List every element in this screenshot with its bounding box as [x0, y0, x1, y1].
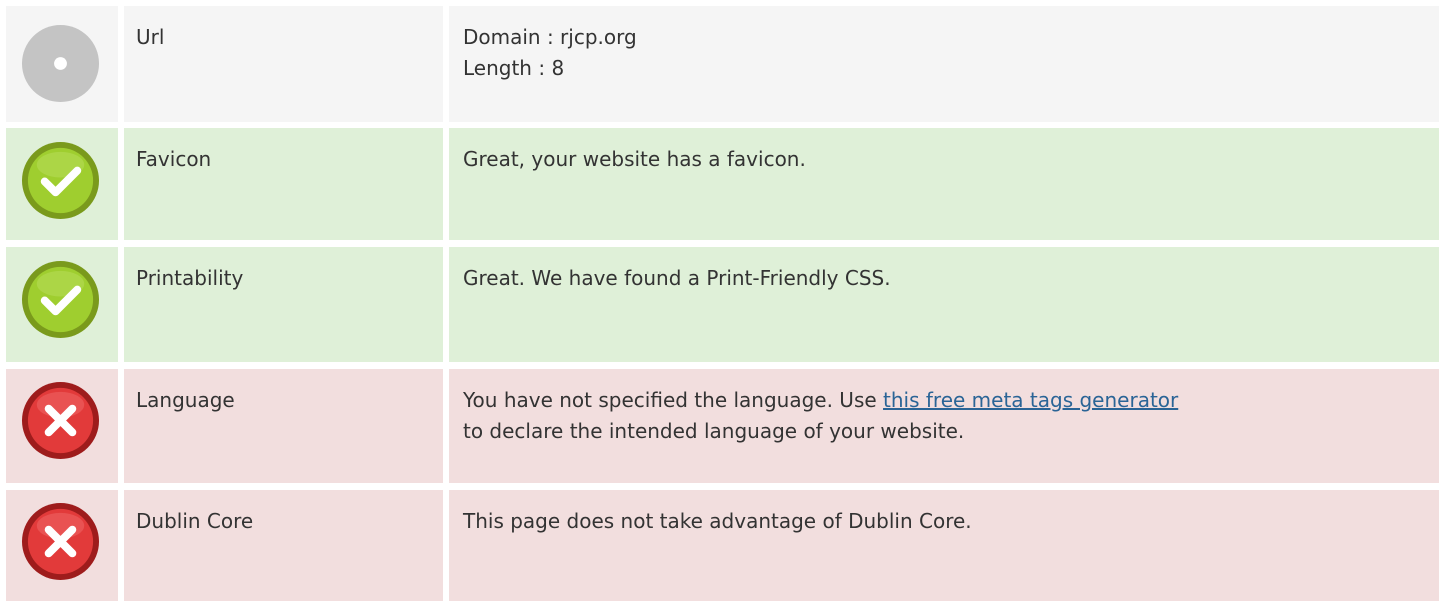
check-result-text: Great, your website has a favicon.	[463, 147, 806, 171]
check-name: Url	[136, 25, 165, 49]
status-cell	[6, 6, 118, 122]
check-result-text: You have not specified the language. Use	[463, 388, 884, 412]
check-name: Printability	[136, 266, 244, 290]
check-circle-icon	[21, 260, 100, 339]
neutral-circle-icon	[21, 24, 100, 103]
seo-audit-table: Url Domain : rjcp.org Length : 8 Favicon…	[0, 0, 1445, 601]
check-result-cell: Great. We have found a Print-Friendly CS…	[449, 247, 1439, 362]
check-result-cell: You have not specified the language. Use…	[449, 369, 1439, 483]
check-result-text: Great. We have found a Print-Friendly CS…	[463, 266, 891, 290]
check-name-cell: Printability	[124, 247, 443, 362]
x-circle-icon	[21, 502, 100, 581]
status-cell	[6, 490, 118, 601]
meta-tags-generator-link[interactable]: this free meta tags generator	[883, 388, 1178, 412]
check-name: Favicon	[136, 147, 212, 171]
check-result-cell: Domain : rjcp.org Length : 8	[449, 6, 1439, 122]
check-name: Dublin Core	[136, 509, 254, 533]
status-cell	[6, 369, 118, 483]
check-name-cell: Url	[124, 6, 443, 122]
audit-row-language: Language You have not specified the lang…	[0, 369, 1445, 483]
check-result-cell: Great, your website has a favicon.	[449, 128, 1439, 240]
audit-row-favicon: Favicon Great, your website has a favico…	[0, 128, 1445, 240]
status-cell	[6, 247, 118, 362]
check-name-cell: Language	[124, 369, 443, 483]
check-result-line-2: to declare the intended language of your…	[463, 419, 965, 443]
check-result-line-1: You have not specified the language. Use…	[463, 385, 1439, 416]
check-name: Language	[136, 388, 235, 412]
audit-row-dublin-core: Dublin Core This page does not take adva…	[0, 490, 1445, 601]
audit-row-printability: Printability Great. We have found a Prin…	[0, 247, 1445, 362]
audit-row-url: Url Domain : rjcp.org Length : 8	[0, 6, 1445, 122]
check-result-text: This page does not take advantage of Dub…	[463, 509, 972, 533]
check-circle-icon	[21, 141, 100, 220]
status-cell	[6, 128, 118, 240]
domain-line: Domain : rjcp.org	[463, 25, 637, 49]
check-result-cell: This page does not take advantage of Dub…	[449, 490, 1439, 601]
x-circle-icon	[21, 381, 100, 460]
check-name-cell: Dublin Core	[124, 490, 443, 601]
check-name-cell: Favicon	[124, 128, 443, 240]
length-line: Length : 8	[463, 56, 565, 80]
